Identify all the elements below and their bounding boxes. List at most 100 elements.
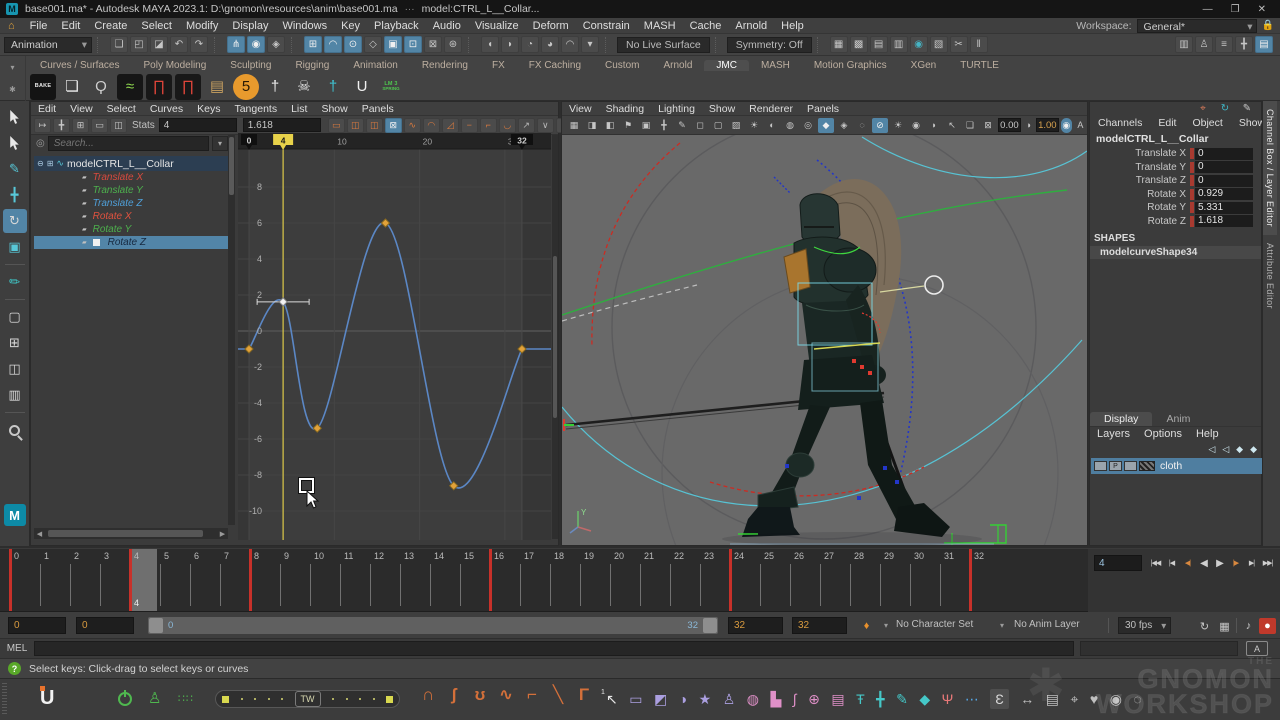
tween-machine-button[interactable]: TW: [295, 691, 321, 707]
go-to-playback-start[interactable]: |◀◀: [1148, 555, 1163, 571]
screen-space-ao[interactable]: ◍: [782, 118, 798, 133]
shaded-cube[interactable]: ◆: [818, 118, 834, 133]
runner-tool[interactable]: ★: [699, 692, 712, 706]
channel-row-rotate-y[interactable]: Rotate Y5.331: [1090, 201, 1261, 215]
gear-wheel[interactable]: ◎: [800, 118, 816, 133]
isolate-select[interactable]: ⊘: [872, 118, 888, 133]
animbot-power-button[interactable]: [118, 692, 132, 706]
side-tab-channel-box-layer-editor[interactable]: Channel Box / Layer Editor: [1263, 101, 1277, 235]
minimize-button[interactable]: —: [1203, 4, 1213, 15]
highlight-selection[interactable]: ⊛: [444, 36, 462, 53]
shelf-tab-motion-graphics[interactable]: Motion Graphics: [802, 60, 899, 71]
shelf-tab-animation[interactable]: Animation: [341, 60, 409, 71]
channel-box-menu-edit[interactable]: Edit: [1150, 117, 1184, 129]
snap-align[interactable]: ⊡: [404, 36, 422, 53]
2d-pan-zoom[interactable]: ╋: [656, 118, 672, 133]
shelf-menu-icon[interactable]: ▾: [10, 63, 14, 72]
range-slider-bar[interactable]: 0 32: [148, 617, 718, 634]
main-menu-modify[interactable]: Modify: [179, 20, 225, 32]
channel-value-field[interactable]: 0: [1195, 148, 1253, 160]
viewport-menu-view[interactable]: View: [562, 103, 599, 115]
layer-extra-box[interactable]: [1124, 461, 1137, 471]
shelf-tab-fx[interactable]: FX: [480, 60, 517, 71]
main-menu-visualize[interactable]: Visualize: [468, 20, 526, 32]
shelf-tab-turtle[interactable]: TURTLE: [948, 60, 1011, 71]
flat-tangents[interactable]: −: [461, 118, 478, 133]
tween-slider[interactable]: TW: [215, 690, 400, 708]
construction-history-on[interactable]: ◔: [521, 36, 539, 53]
copy-view[interactable]: ❏: [962, 118, 978, 133]
blocking-tool[interactable]: ▙: [771, 692, 782, 706]
channel-rotate-x[interactable]: ▰Rotate X: [34, 210, 228, 223]
default-tangent[interactable]: ↗: [518, 118, 535, 133]
shelf-tab-poly-modeling[interactable]: Poly Modeling: [131, 60, 218, 71]
viewport-canvas[interactable]: Y: [562, 135, 1087, 545]
input-to-selected[interactable]: ◖: [481, 36, 499, 53]
single-pane-layout[interactable]: ▢: [3, 305, 27, 329]
pivot-tool[interactable]: ╋: [876, 692, 884, 706]
light-toggle[interactable]: ☀: [890, 118, 906, 133]
crop-gate[interactable]: ⊠: [980, 118, 996, 133]
viewport-menu-show[interactable]: Show: [702, 103, 742, 115]
graph-menu-select[interactable]: Select: [100, 103, 143, 115]
side-tab-attribute-editor[interactable]: Attribute Editor: [1263, 235, 1277, 317]
symmetry-field[interactable]: Symmetry: Off: [727, 37, 812, 53]
graph-menu-list[interactable]: List: [284, 103, 314, 115]
graph-vertical-scrollbar[interactable]: [552, 135, 558, 539]
layer-menu-options[interactable]: Options: [1137, 428, 1189, 440]
box-select[interactable]: ▭: [629, 692, 642, 706]
volume-sphere[interactable]: ◉: [908, 118, 924, 133]
pin-channel-box[interactable]: ⌖: [1196, 100, 1210, 117]
snap-to-grid[interactable]: ⊞: [304, 36, 322, 53]
bricks-shelf-button[interactable]: ▤: [204, 74, 230, 100]
main-menu-file[interactable]: File: [23, 20, 55, 32]
render-current-frame[interactable]: ▩: [850, 36, 868, 53]
viewport-menu-renderer[interactable]: Renderer: [742, 103, 800, 115]
character-set-key-icon[interactable]: ♦: [858, 618, 875, 634]
channel-box-toggle[interactable]: ▤: [1255, 36, 1273, 53]
new-empty-layer[interactable]: ◆: [1236, 444, 1243, 455]
spline-tangents[interactable]: ∿: [404, 118, 421, 133]
material-override[interactable]: ◈: [836, 118, 852, 133]
rotate-tool[interactable]: ↻: [3, 209, 27, 233]
plugin-shading[interactable]: ◗: [926, 118, 942, 133]
main-menu-playback[interactable]: Playback: [367, 20, 426, 32]
linear-tangents[interactable]: ◿: [442, 118, 459, 133]
anim-layer-field[interactable]: No Anim Layer: [1014, 619, 1080, 630]
channel-row-translate-z[interactable]: Translate Z0: [1090, 174, 1261, 188]
channel-box-menu-object[interactable]: Object: [1184, 117, 1230, 129]
main-menu-display[interactable]: Display: [225, 20, 275, 32]
image-plane[interactable]: ▣: [638, 118, 654, 133]
motion-trail-tool[interactable]: ◆: [919, 692, 930, 706]
wireframe-mode[interactable]: ◻: [692, 118, 708, 133]
animation-end-field[interactable]: [792, 617, 847, 634]
stats-frame-field[interactable]: [159, 118, 237, 132]
graph-menu-curves[interactable]: Curves: [143, 103, 190, 115]
skeleton-shelf-button[interactable]: †: [262, 74, 288, 100]
bake-shelf-button[interactable]: BAKE: [30, 74, 56, 100]
layer-tab-anim[interactable]: Anim: [1152, 412, 1204, 426]
clamped-tangents[interactable]: ◠: [423, 118, 440, 133]
channel-value-field[interactable]: 0.929: [1195, 188, 1253, 200]
linear-curve[interactable]: ╲: [550, 685, 566, 705]
range-end-handle[interactable]: [703, 618, 717, 633]
search-dropdown-icon[interactable]: ▾: [212, 136, 228, 151]
channel-rotate-y[interactable]: ▰Rotate Y: [34, 223, 228, 236]
move-tool[interactable]: ╋: [3, 183, 27, 207]
search-tool[interactable]: ◌: [1133, 692, 1141, 706]
brain-tool[interactable]: ◉: [1110, 692, 1122, 706]
camera-attributes[interactable]: ◧: [602, 118, 618, 133]
edit-channels-pencil[interactable]: ✎: [1240, 100, 1254, 117]
layer-color-swatch[interactable]: [1139, 461, 1155, 471]
tween-right-end[interactable]: [386, 696, 393, 703]
noise-shelf-button[interactable]: ≈: [117, 74, 143, 100]
open-render-view[interactable]: ▦: [830, 36, 848, 53]
restore-button[interactable]: ❐: [1231, 4, 1240, 15]
stats-value-field[interactable]: [243, 118, 321, 132]
frame-playback-range[interactable]: ◫: [347, 118, 364, 133]
outliner-horizontal-scrollbar[interactable]: ◀▶: [34, 528, 228, 539]
animbot-pose-grid-button[interactable]: ∷∷: [178, 687, 194, 711]
gamma-field[interactable]: 1.00: [1036, 118, 1059, 132]
two-pane-layout[interactable]: ◫: [3, 357, 27, 381]
outliner-persp-layout[interactable]: ▥: [3, 383, 27, 407]
